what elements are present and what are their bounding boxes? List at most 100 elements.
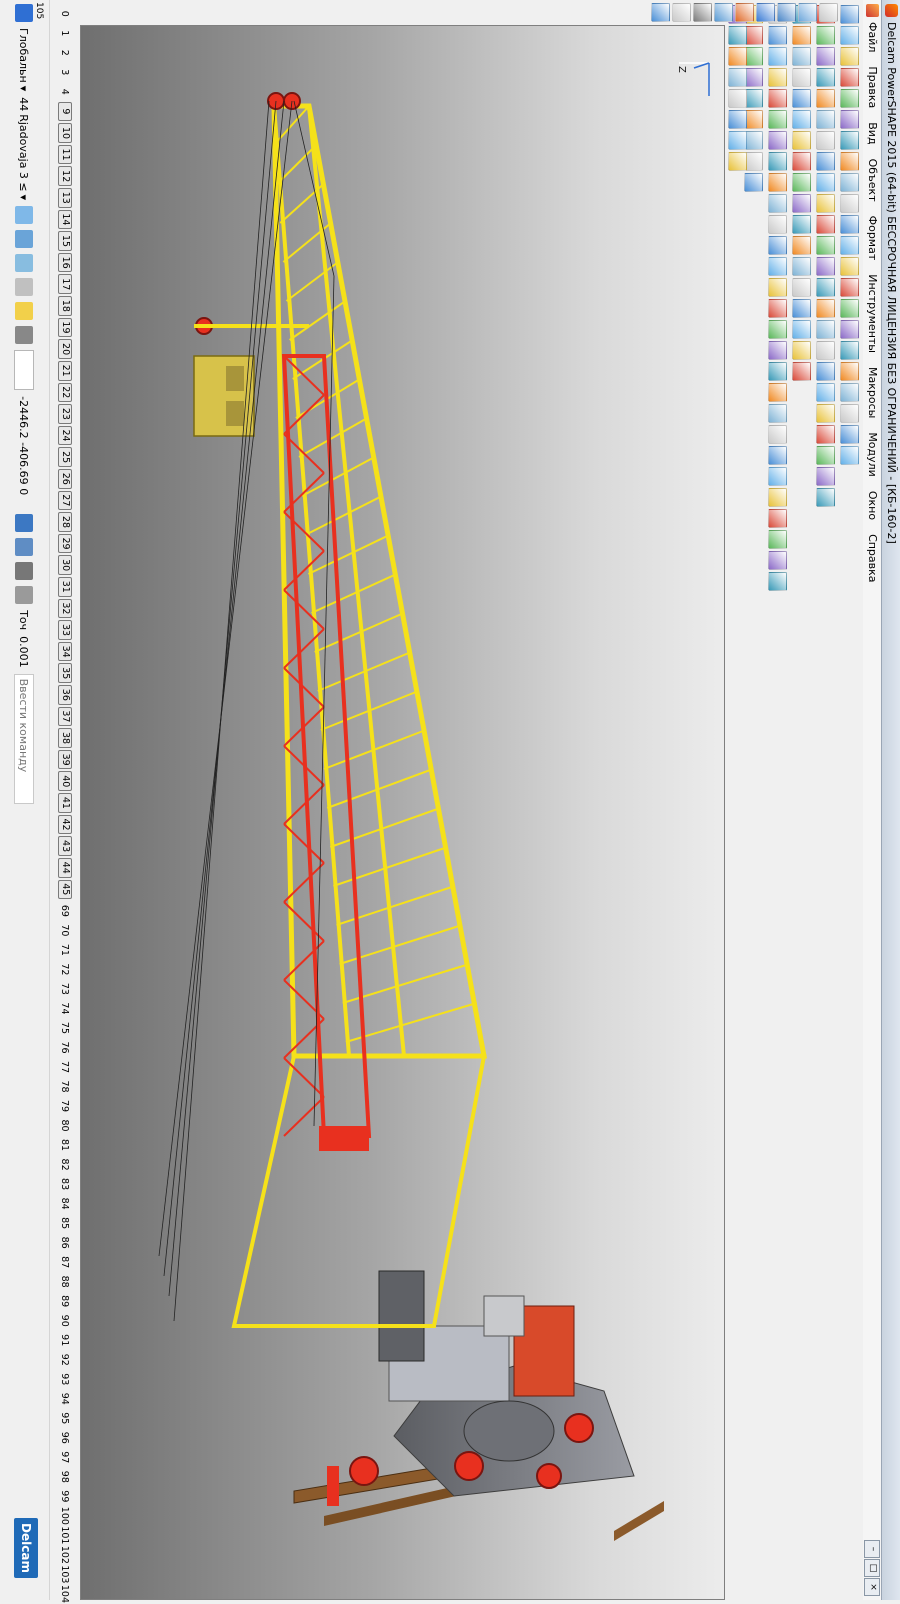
- menu-object[interactable]: Объект: [865, 157, 880, 204]
- toolbar-tool-icon[interactable]: [816, 341, 836, 360]
- menu-edit[interactable]: Правка: [865, 64, 880, 110]
- layer-button-active[interactable]: 30: [58, 555, 72, 575]
- layer-dropdown[interactable]: 44 Rjadovaja 3 ≤ ▾: [18, 97, 31, 200]
- toolbar-tool-icon[interactable]: [840, 89, 860, 108]
- toolbar-tool-icon[interactable]: [728, 131, 748, 150]
- layer-button-active[interactable]: 10: [58, 123, 72, 143]
- layer-button-active[interactable]: 15: [58, 231, 72, 251]
- layer-button-active[interactable]: 41: [58, 793, 72, 813]
- layer-button[interactable]: 82: [60, 1155, 71, 1175]
- toolbar-tool-icon[interactable]: [792, 47, 812, 66]
- layer-button[interactable]: 104: [60, 1584, 71, 1604]
- menu-modules[interactable]: Модули: [865, 430, 880, 479]
- toolbar-tool-icon[interactable]: [768, 299, 788, 318]
- toolbar-tool-icon[interactable]: [816, 467, 836, 486]
- command-input[interactable]: [14, 673, 34, 804]
- toolbar-tool-icon[interactable]: [792, 131, 812, 150]
- toolbar-tool-icon[interactable]: [816, 26, 836, 45]
- layer-button-active[interactable]: 13: [58, 188, 72, 208]
- toolbar-tool-icon[interactable]: [840, 257, 860, 276]
- layer-button[interactable]: 1: [60, 24, 71, 44]
- toolbar-tool-icon[interactable]: [768, 131, 788, 150]
- toolbar-tool-icon[interactable]: [840, 110, 860, 129]
- layer-button[interactable]: 76: [60, 1038, 71, 1058]
- toolbar-tool-icon[interactable]: [840, 173, 860, 192]
- side-tool-icon[interactable]: [819, 2, 838, 22]
- layer-button[interactable]: 70: [60, 921, 71, 941]
- workplane-dropdown[interactable]: Глобальн ▾: [18, 28, 31, 91]
- toolbar-tool-icon[interactable]: [792, 152, 812, 171]
- layer-button-active[interactable]: 24: [58, 425, 72, 446]
- toolbar-tool-icon[interactable]: [768, 425, 788, 444]
- layer-button-active[interactable]: 40: [58, 771, 72, 792]
- layer-button[interactable]: 101: [60, 1526, 71, 1546]
- document-icon[interactable]: [866, 4, 879, 17]
- layer-button-active[interactable]: 44: [58, 857, 72, 878]
- toolbar-tool-icon[interactable]: [768, 173, 788, 192]
- layer-button[interactable]: 73: [60, 979, 71, 999]
- close-button[interactable]: ×: [864, 1578, 880, 1596]
- toolbar-tool-icon[interactable]: [816, 89, 836, 108]
- toolbar-tool-icon[interactable]: [816, 131, 836, 150]
- layer-button[interactable]: 74: [60, 999, 71, 1019]
- toolbar-tool-icon[interactable]: [816, 152, 836, 171]
- workplane-icon[interactable]: [15, 4, 33, 22]
- toolbar-tool-icon[interactable]: [816, 362, 836, 381]
- layer-button-active[interactable]: 9: [58, 101, 72, 122]
- layer-button[interactable]: 78: [60, 1077, 71, 1097]
- layer-button-active[interactable]: 18: [58, 296, 72, 316]
- side-tool-icon[interactable]: [756, 2, 775, 22]
- toolbar-tool-icon[interactable]: [840, 278, 860, 297]
- layer-button[interactable]: 84: [60, 1194, 71, 1214]
- toolbar-tool-icon[interactable]: [840, 425, 860, 444]
- toolbar-tool-icon[interactable]: [816, 236, 836, 255]
- layer-button-active[interactable]: 38: [58, 728, 72, 748]
- point-icon[interactable]: [15, 586, 33, 605]
- toolbar-tool-icon[interactable]: [768, 551, 788, 570]
- layer-button-active[interactable]: 33: [58, 620, 72, 640]
- layer-button[interactable]: 97: [60, 1448, 71, 1468]
- menu-file[interactable]: Файл: [865, 20, 880, 54]
- layer-button-active[interactable]: 12: [58, 166, 72, 187]
- toolbar-tool-icon[interactable]: [792, 173, 812, 192]
- layer-button-active[interactable]: 23: [58, 404, 72, 424]
- side-tool-icon[interactable]: [798, 2, 817, 22]
- layer-button-active[interactable]: 17: [58, 274, 72, 295]
- side-tool-icon[interactable]: [693, 2, 712, 22]
- menu-macros[interactable]: Макросы: [865, 365, 880, 420]
- toolbar-tool-icon[interactable]: [816, 257, 836, 276]
- layer-button-active[interactable]: 22: [58, 382, 72, 403]
- layer-button-active[interactable]: 16: [58, 252, 72, 273]
- layer-button[interactable]: 81: [60, 1135, 71, 1155]
- layer-button[interactable]: 102: [60, 1545, 71, 1565]
- toolbar-tool-icon[interactable]: [816, 404, 836, 423]
- toolbar-tool-icon[interactable]: [768, 320, 788, 339]
- layer-button[interactable]: 103: [60, 1565, 71, 1585]
- layer-button-active[interactable]: 28: [58, 512, 72, 532]
- toolbar-tool-icon[interactable]: [728, 68, 748, 87]
- layer-button[interactable]: 89: [60, 1291, 71, 1311]
- layer-button[interactable]: 2: [60, 43, 71, 63]
- toolbar-tool-icon[interactable]: [840, 320, 860, 339]
- side-tool-icon[interactable]: [777, 2, 796, 22]
- menu-window[interactable]: Окно: [865, 489, 880, 522]
- layer-button[interactable]: 100: [60, 1506, 71, 1526]
- toolbar-tool-icon[interactable]: [768, 341, 788, 360]
- toolbar-tool-icon[interactable]: [816, 488, 836, 507]
- toolbar-tool-icon[interactable]: [768, 362, 788, 381]
- toolbar-tool-icon[interactable]: [840, 194, 860, 213]
- toolbar-tool-icon[interactable]: [816, 383, 836, 402]
- toolbar-tool-icon[interactable]: [840, 404, 860, 423]
- lock-icon[interactable]: [15, 278, 33, 297]
- toolbar-tool-icon[interactable]: [816, 299, 836, 318]
- toolbar-tool-icon[interactable]: [768, 26, 788, 45]
- minimize-button[interactable]: –: [864, 1540, 880, 1558]
- layer-button-active[interactable]: 25: [58, 447, 72, 467]
- view-cube-icon[interactable]: [15, 206, 33, 225]
- toolbar-tool-icon[interactable]: [768, 110, 788, 129]
- toolbar-tool-icon[interactable]: [816, 68, 836, 87]
- layer-button-active[interactable]: 35: [58, 663, 72, 684]
- toolbar-tool-icon[interactable]: [792, 89, 812, 108]
- view-iso-icon[interactable]: [15, 230, 33, 249]
- side-tool-icon[interactable]: [735, 2, 754, 22]
